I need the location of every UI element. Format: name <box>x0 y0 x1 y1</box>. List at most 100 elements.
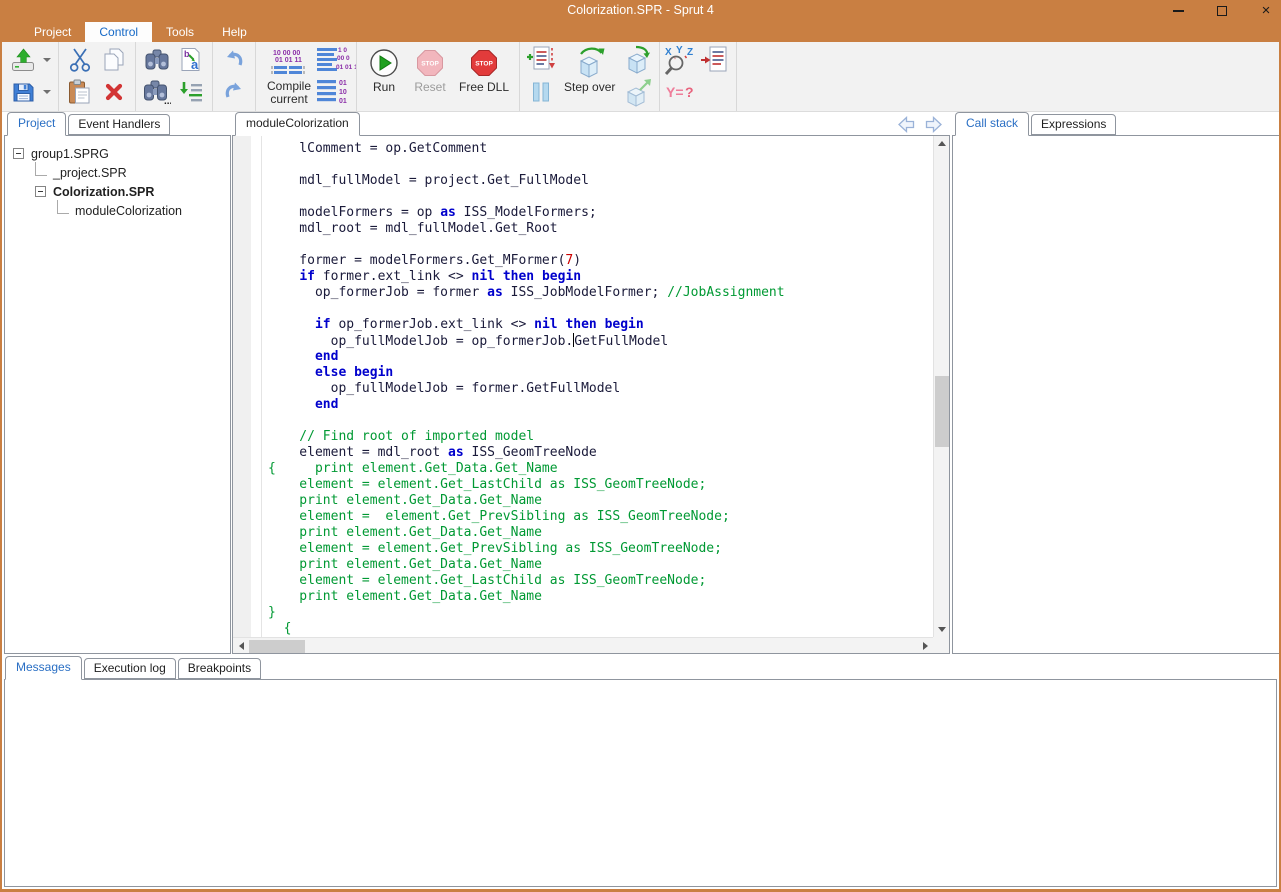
clipboard-icon <box>66 78 94 106</box>
editor-vertical-scrollbar[interactable] <box>933 136 949 637</box>
collapse-icon[interactable] <box>35 186 46 197</box>
load-button[interactable] <box>6 44 40 76</box>
step-over-button-label: Step over <box>564 81 615 94</box>
svg-text:a: a <box>191 57 199 72</box>
goto-statement-icon <box>700 44 730 76</box>
debug-panel-tab-call-stack[interactable]: Call stack <box>955 112 1029 136</box>
project-panel: ProjectEvent Handlers group1.SPRG _projec… <box>4 113 231 654</box>
code-line: op_fullModelJob = former.GetFullModel <box>268 381 933 397</box>
goto-statement-button[interactable] <box>698 44 732 76</box>
scroll-up-button[interactable] <box>934 136 950 151</box>
editor-tab-modulecolorization[interactable]: moduleColorization <box>235 112 360 136</box>
nav-forward-icon <box>924 115 944 134</box>
run-button[interactable]: Run <box>361 44 407 108</box>
cut-button[interactable] <box>63 44 97 76</box>
output-panel: MessagesExecution logBreakpoints <box>2 657 1279 679</box>
output-panel-tab-breakpoints[interactable]: Breakpoints <box>178 658 261 679</box>
copy-button[interactable] <box>97 44 131 76</box>
collapse-icon[interactable] <box>13 148 24 159</box>
menu-item-help[interactable]: Help <box>208 22 261 42</box>
editor-panel: moduleColorization lComment = op.GetComm… <box>232 113 950 654</box>
menu-item-project[interactable]: Project <box>20 22 85 42</box>
pause-icon <box>529 80 553 104</box>
minimize-icon <box>1173 10 1184 12</box>
nav-back-button[interactable] <box>896 115 916 134</box>
load-dropdown[interactable] <box>40 44 54 76</box>
tree-item-group1-label: group1.SPRG <box>31 147 109 161</box>
find-next-button[interactable]: ... <box>140 76 174 108</box>
scroll-left-button[interactable] <box>233 638 249 654</box>
scroll-right-button[interactable] <box>917 638 933 654</box>
tree-item-colorization-label: Colorization.SPR <box>53 185 154 199</box>
save-button[interactable] <box>6 76 40 108</box>
stop-icon: STOP <box>469 46 499 80</box>
paste-button[interactable] <box>63 76 97 108</box>
binoculars-icon <box>143 47 171 73</box>
code-line: element = element.Get_LastChild as ISS_G… <box>268 477 933 493</box>
step-into-button[interactable] <box>621 44 655 76</box>
code-line <box>268 189 933 205</box>
find-xyz-button[interactable]: XYZ <box>664 44 698 76</box>
code-line: print element.Get_Data.Get_Name <box>268 589 933 605</box>
close-button[interactable]: × <box>1259 4 1273 18</box>
svg-text:Z: Z <box>687 47 693 58</box>
code-line: print element.Get_Data.Get_Name <box>268 525 933 541</box>
code-line: end <box>268 349 933 365</box>
cube-out-icon <box>623 77 653 107</box>
tree-item-project-label: _project.SPR <box>53 166 127 180</box>
compile-all-button[interactable]: 1 000 001 01 1 <box>318 44 352 76</box>
redo-button[interactable] <box>217 76 251 108</box>
reset-button[interactable]: STOPReset <box>407 44 453 108</box>
code-line: op_formerJob = former as ISS_JobModelFor… <box>268 285 933 301</box>
horizontal-scroll-thumb[interactable] <box>249 640 305 653</box>
nav-forward-button[interactable] <box>924 115 944 134</box>
code-line: mdl_fullModel = project.Get_FullModel <box>268 173 933 189</box>
menu-item-control[interactable]: Control <box>85 22 152 42</box>
undo-button[interactable] <box>217 44 251 76</box>
code-editor[interactable]: lComment = op.GetComment mdl_fullModel =… <box>233 136 933 637</box>
tree-item-colorization[interactable]: Colorization.SPR <box>5 182 230 201</box>
menu-bar: ProjectControlToolsHelp <box>0 22 1281 42</box>
project-panel-tab-event-handlers[interactable]: Event Handlers <box>68 114 170 135</box>
scrollbar-corner <box>933 637 949 653</box>
find-button[interactable] <box>140 44 174 76</box>
compile-current-button[interactable]: 10 00 0001 01 11Compile current <box>260 44 318 108</box>
pause-button[interactable] <box>524 76 558 108</box>
code-line: element = element.Get_PrevSibling as ISS… <box>268 541 933 557</box>
save-dropdown[interactable] <box>40 76 54 108</box>
tree-item-project[interactable]: _project.SPR <box>5 163 230 182</box>
code-line: op_fullModelJob = op_formerJob.GetFullMo… <box>268 333 933 349</box>
editor-navigation <box>896 115 944 134</box>
delete-button[interactable] <box>97 76 131 108</box>
replace-button[interactable]: ba <box>174 44 208 76</box>
caret-down-icon <box>43 58 51 62</box>
titlebar[interactable]: Colorization.SPR - Sprut 4 × <box>0 0 1281 22</box>
debug-panel-tab-expressions[interactable]: Expressions <box>1031 114 1116 135</box>
tree-connector <box>57 200 69 214</box>
maximize-button[interactable] <box>1215 4 1229 18</box>
redo-icon <box>221 80 247 104</box>
output-panel-tab-messages[interactable]: Messages <box>5 656 82 680</box>
code-line: print element.Get_Data.Get_Name <box>268 493 933 509</box>
scroll-down-button[interactable] <box>934 622 950 637</box>
step-script-button[interactable] <box>524 44 558 76</box>
free-dll-button[interactable]: STOPFree DLL <box>453 44 515 108</box>
step-over-button[interactable]: Step over <box>558 44 621 108</box>
tree-item-module-label: moduleColorization <box>75 204 182 218</box>
project-panel-tab-project[interactable]: Project <box>7 112 66 136</box>
tree-connector <box>35 162 47 176</box>
compile-module-button[interactable]: 011001 <box>318 76 352 108</box>
tree-item-module[interactable]: moduleColorization <box>5 201 230 220</box>
goto-line-button[interactable] <box>174 76 208 108</box>
minimize-button[interactable] <box>1171 4 1185 18</box>
evaluate-button[interactable]: Y=? <box>664 76 698 108</box>
menu-item-tools[interactable]: Tools <box>152 22 208 42</box>
code-line <box>268 157 933 173</box>
vertical-scroll-thumb[interactable] <box>935 376 949 446</box>
editor-horizontal-scrollbar[interactable] <box>233 637 933 653</box>
output-panel-tab-execution-log[interactable]: Execution log <box>84 658 176 679</box>
tree-item-group1[interactable]: group1.SPRG <box>5 144 230 163</box>
goto-line-icon <box>177 79 205 105</box>
code-line: { <box>268 621 933 637</box>
step-out-button[interactable] <box>621 76 655 108</box>
